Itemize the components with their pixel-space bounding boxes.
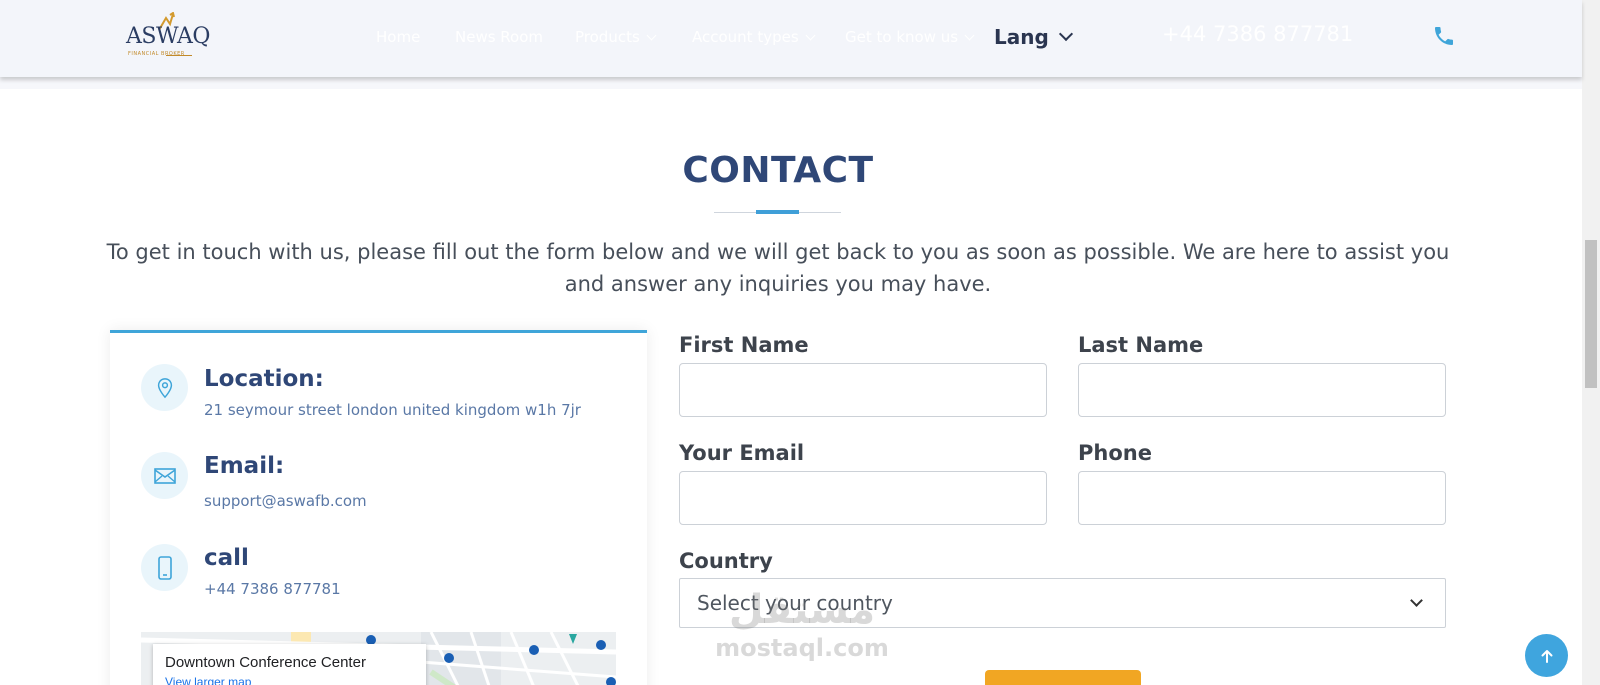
watermark-arabic: مستقل	[728, 587, 876, 633]
brand-logo[interactable]: ASWAQ FINANCIAL BROKER	[126, 12, 210, 60]
map-place-title: Downtown Conference Center	[165, 654, 366, 671]
phone-label: Phone	[1078, 441, 1152, 465]
submit-button[interactable]	[985, 670, 1141, 685]
nav-products[interactable]: Products	[575, 26, 657, 48]
email-icon-badge	[141, 452, 188, 499]
location-title: Location:	[204, 366, 324, 392]
header-shadow-strip	[0, 77, 1582, 89]
arrow-up-icon	[1541, 649, 1552, 663]
nav-account-types[interactable]: Account types	[692, 26, 816, 48]
view-larger-map-link[interactable]: View larger map	[165, 675, 251, 685]
header-phone-number[interactable]: +44 7386 877781	[1162, 22, 1353, 46]
nav-label: Products	[575, 28, 640, 46]
logo-subtext: FINANCIAL BROKER	[128, 51, 185, 57]
location-value: 21 seymour street london united kingdom …	[204, 401, 581, 419]
chevron-down-icon	[805, 30, 816, 40]
last-name-label: Last Name	[1078, 333, 1204, 357]
language-dropdown[interactable]: Lang	[994, 24, 1073, 50]
country-label: Country	[679, 549, 773, 573]
chevron-down-icon	[646, 30, 657, 40]
email-input[interactable]	[679, 471, 1047, 525]
nav-home[interactable]: Home	[376, 26, 420, 48]
email-title: Email:	[204, 453, 285, 479]
call-value[interactable]: +44 7386 877781	[204, 580, 341, 598]
phone-input[interactable]	[1078, 471, 1446, 525]
nav-news-room[interactable]: News Room	[455, 26, 543, 48]
back-to-top-button[interactable]	[1525, 634, 1568, 677]
nav-get-to-know-us[interactable]: Get to know us	[845, 26, 975, 48]
title-divider-accent	[756, 210, 799, 214]
logo-underline	[166, 55, 192, 56]
section-title: CONTACT	[682, 150, 874, 191]
nav-label: News Room	[455, 28, 544, 46]
watermark-latin: mostaql.com	[715, 634, 889, 662]
phone-icon[interactable]	[1432, 24, 1456, 48]
nav-label: Home	[376, 28, 421, 46]
location-icon-badge	[141, 364, 188, 411]
chevron-down-icon	[1058, 26, 1073, 42]
email-value[interactable]: support@aswafb.com	[204, 492, 367, 510]
section-intro: To get in touch with us, please fill out…	[106, 240, 1450, 296]
page: ASWAQ FINANCIAL BROKER Home News Room Pr…	[0, 0, 1600, 685]
call-icon-badge	[141, 544, 188, 591]
first-name-input[interactable]	[679, 363, 1047, 417]
language-label: Lang	[994, 25, 1049, 49]
map-pin-icon	[157, 377, 172, 398]
scrollbar-thumb[interactable]	[1585, 240, 1597, 388]
nav-label: Get to know us	[845, 28, 959, 46]
watermark: مستقل mostaql.com	[712, 586, 892, 662]
email-label: Your Email	[679, 441, 805, 465]
first-name-label: First Name	[679, 333, 809, 357]
logo-wordmark: ASWAQ	[126, 24, 210, 49]
chevron-down-icon	[964, 30, 975, 40]
site-header: ASWAQ FINANCIAL BROKER Home News Room Pr…	[0, 0, 1582, 77]
nav-label: Account types	[692, 28, 799, 46]
chevron-down-icon	[1410, 594, 1423, 607]
mobile-phone-icon	[157, 555, 172, 580]
call-title: call	[204, 545, 249, 571]
last-name-input[interactable]	[1078, 363, 1446, 417]
envelope-icon	[153, 467, 176, 484]
map-info-card: Downtown Conference Center View larger m…	[153, 644, 426, 685]
